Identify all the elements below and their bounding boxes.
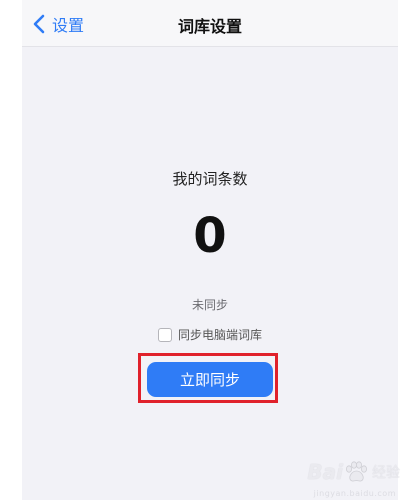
baidu-paw-icon xyxy=(346,461,367,482)
baidu-watermark: Bai 经验 xyxy=(307,460,400,484)
sync-pc-checkbox[interactable] xyxy=(157,327,172,342)
watermark-brand-left: Bai xyxy=(307,460,343,484)
sync-status-text: 未同步 xyxy=(191,298,228,312)
phone-screen: 设置 词库设置 我的词条数 0 未同步 同步电脑端词库 立即同步 xyxy=(22,0,398,500)
sync-pc-option: 同步电脑端词库 xyxy=(22,326,398,343)
word-count-value: 0 xyxy=(193,208,227,264)
page-title: 词库设置 xyxy=(177,17,242,36)
watermark-brand-right: 经验 xyxy=(372,465,400,481)
screenshot-canvas: 设置 词库设置 我的词条数 0 未同步 同步电脑端词库 立即同步 Bai 经验 … xyxy=(0,0,420,500)
word-count-label: 我的词条数 xyxy=(172,170,248,188)
watermark-url: jingyan.baidu.com xyxy=(313,489,396,498)
sync-pc-label[interactable]: 同步电脑端词库 xyxy=(178,326,262,343)
sync-now-button[interactable]: 立即同步 xyxy=(147,362,273,397)
navigation-bar: 设置 词库设置 xyxy=(22,0,398,47)
